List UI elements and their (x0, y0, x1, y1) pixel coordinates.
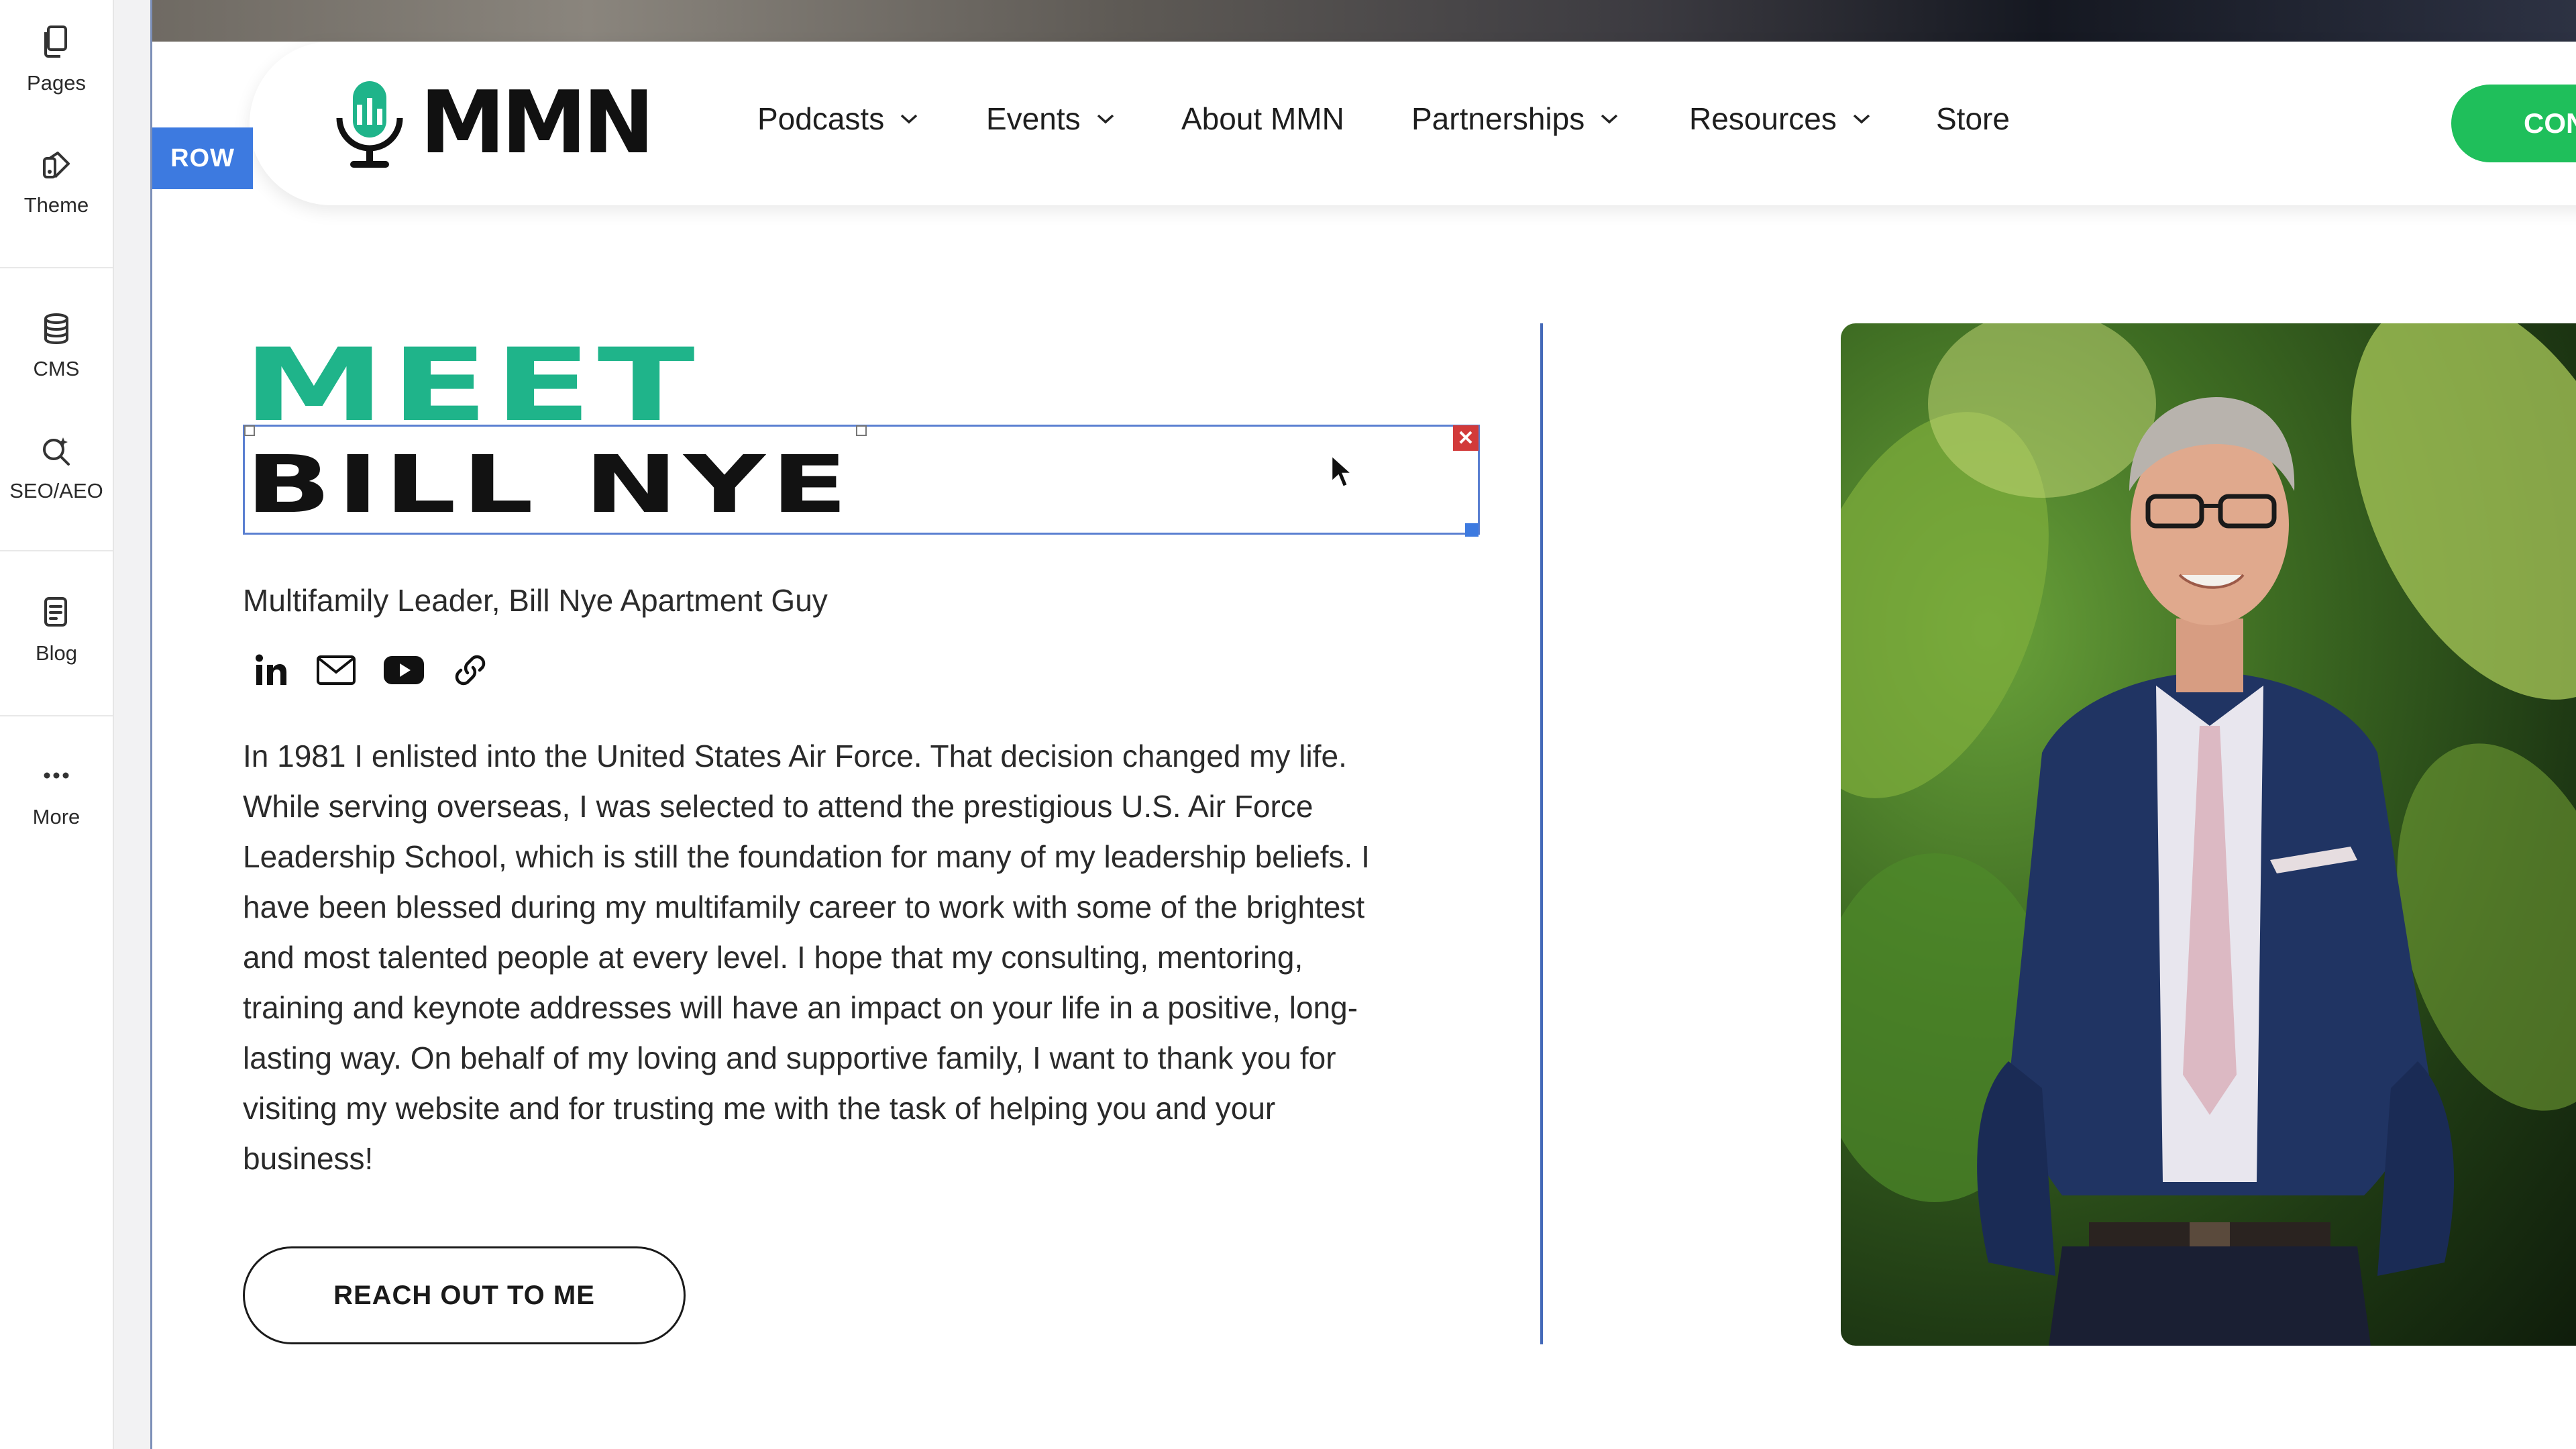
nav-podcasts[interactable]: Podcasts (757, 101, 919, 137)
contact-button[interactable]: CON (2451, 85, 2576, 162)
linkedin-icon (256, 654, 286, 685)
sidebar-divider (0, 550, 113, 551)
reach-out-button[interactable]: REACH OUT TO ME (243, 1246, 686, 1344)
hero-background-strip (152, 0, 2576, 42)
linkedin-link[interactable] (252, 651, 290, 692)
nav-about[interactable]: About MMN (1181, 101, 1344, 137)
sidebar-item-label: CMS (33, 357, 80, 380)
sidebar-item-label: Pages (27, 71, 86, 95)
editor-gutter (114, 0, 152, 1449)
chevron-down-icon (1853, 114, 1870, 124)
social-links (252, 648, 490, 695)
portrait-photo (1841, 323, 2576, 1346)
youtube-link[interactable] (382, 655, 425, 689)
person-name-heading[interactable]: BILL NYE (246, 441, 853, 529)
chevron-down-icon (1601, 114, 1618, 124)
mouse-cursor-icon (1330, 453, 1354, 488)
nav-resources[interactable]: Resources (1689, 101, 1872, 137)
sidebar-divider (0, 267, 113, 268)
nav-label: Podcasts (757, 101, 885, 136)
sidebar-item-blog[interactable]: Blog (0, 596, 113, 665)
website-link[interactable] (451, 651, 490, 693)
resize-handle-corner[interactable] (1465, 523, 1479, 537)
sidebar-item-label: Theme (23, 193, 89, 217)
sidebar-item-pages[interactable]: Pages (0, 24, 113, 95)
resize-handle[interactable] (856, 425, 867, 436)
bio-paragraph: In 1981 I enlisted into the United State… (243, 739, 1370, 1176)
nav-partnerships[interactable]: Partnerships (1411, 101, 1619, 137)
canvas-edge (150, 0, 152, 1449)
microphone-logo-icon (336, 81, 403, 168)
sidebar-item-label: Blog (35, 641, 78, 665)
sidebar-item-more[interactable]: More (0, 758, 113, 829)
sidebar-item-cms[interactable]: CMS (0, 313, 113, 381)
sidebar-item-label: More (32, 805, 80, 828)
link-icon (455, 655, 486, 685)
editor-sidebar: Pages Theme CMS SEO/AEO Blog More (0, 0, 114, 1449)
sidebar-item-label: SEO/AEO (9, 479, 103, 502)
resize-handle[interactable] (244, 425, 255, 436)
nav-label: Events (986, 101, 1081, 136)
blog-icon (44, 597, 67, 627)
chevron-down-icon (901, 114, 918, 124)
seo-icon (43, 437, 70, 466)
sidebar-item-theme[interactable]: Theme (0, 149, 113, 217)
column-divider (1540, 323, 1543, 1344)
youtube-icon (384, 655, 424, 684)
nav-events[interactable]: Events (986, 101, 1116, 137)
portrait-illustration (1841, 323, 2576, 1346)
pages-icon (44, 25, 67, 58)
row-tag[interactable]: ROW (152, 127, 253, 189)
nav-label: About MMN (1181, 101, 1344, 136)
nav-label: Resources (1689, 101, 1837, 136)
sidebar-divider (0, 715, 113, 716)
email-icon (317, 655, 356, 685)
logo-text: MMN (420, 73, 655, 173)
eyebrow-heading: MEET (243, 327, 701, 444)
sidebar-item-seo[interactable]: SEO/AEO (0, 435, 113, 503)
nav-store[interactable]: Store (1936, 101, 2010, 137)
remove-element-button[interactable]: ✕ (1453, 425, 1479, 451)
site-logo[interactable]: MMN (326, 74, 675, 174)
person-subtitle: Multifamily Leader, Bill Nye Apartment G… (243, 583, 828, 618)
email-link[interactable] (315, 653, 357, 690)
more-icon (44, 772, 69, 779)
theme-icon (43, 152, 70, 178)
chevron-down-icon (1097, 114, 1114, 124)
cms-icon (44, 313, 68, 345)
nav-label: Partnerships (1411, 101, 1585, 136)
nav-label: Store (1936, 101, 2010, 136)
